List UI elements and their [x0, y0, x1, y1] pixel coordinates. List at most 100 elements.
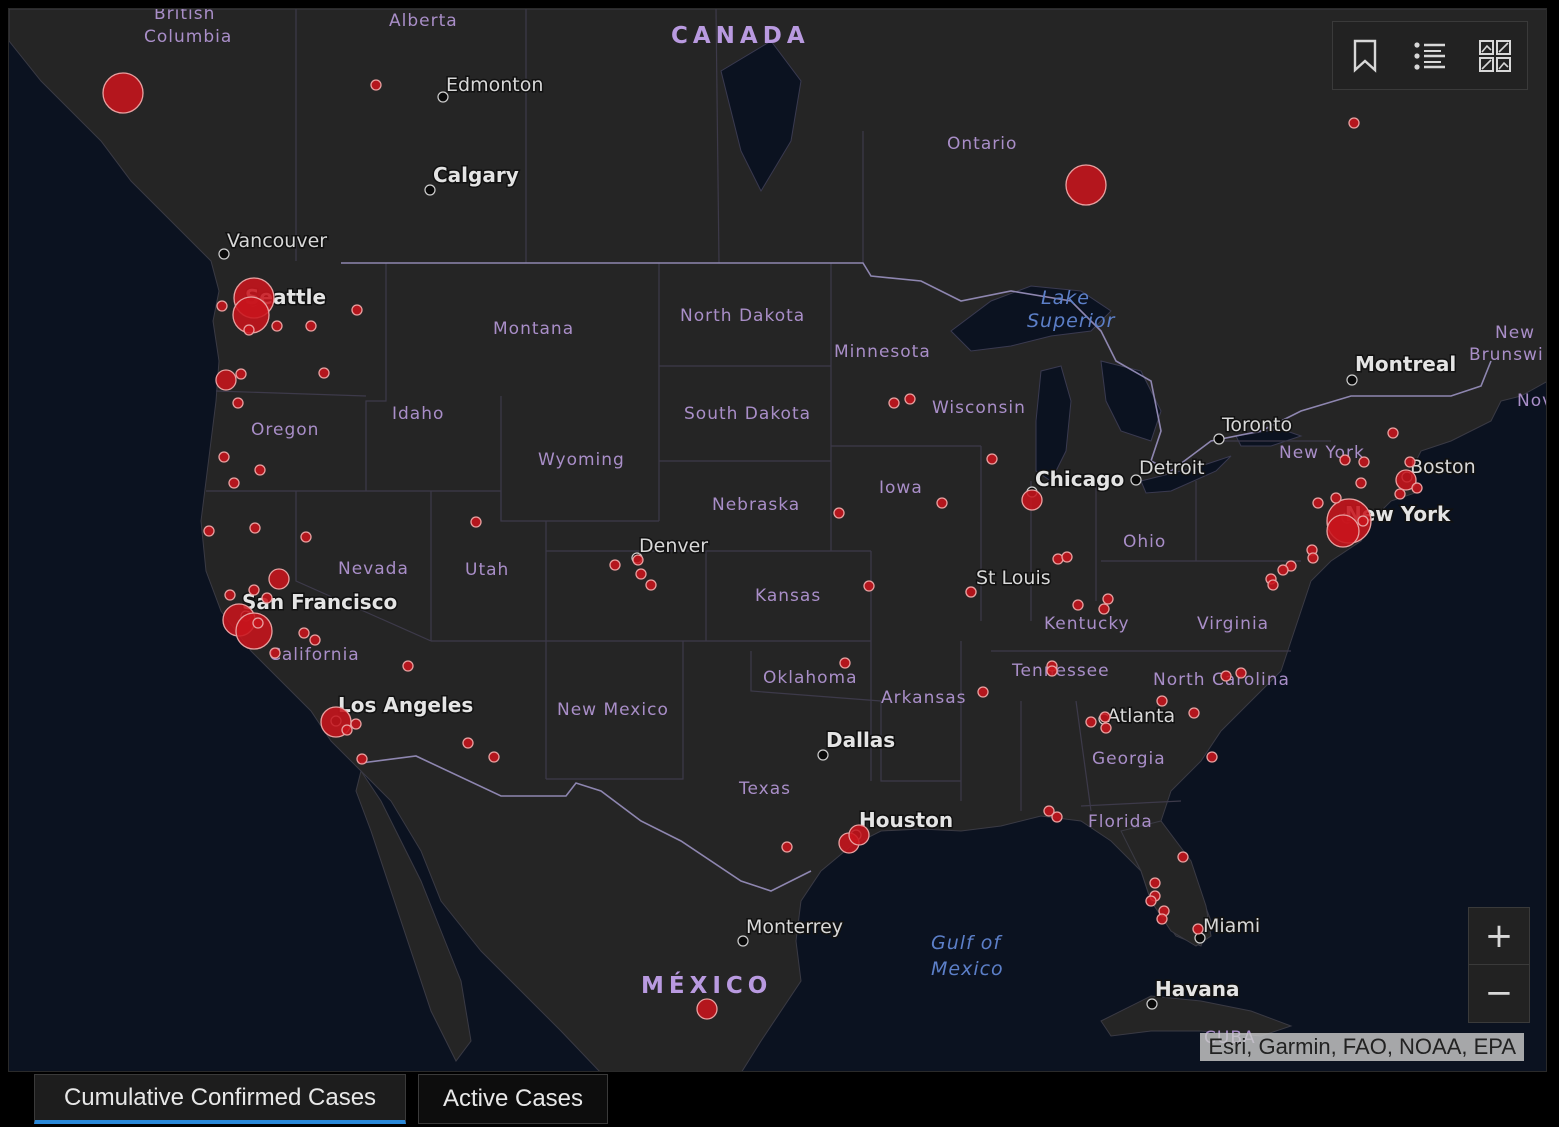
case-count-marker[interactable] — [218, 451, 230, 463]
legend-button[interactable] — [1406, 32, 1454, 80]
city-label: Houston — [859, 808, 953, 832]
case-count-marker[interactable] — [252, 617, 264, 629]
case-count-marker[interactable] — [1099, 711, 1111, 723]
case-count-marker[interactable] — [986, 453, 998, 465]
case-count-marker[interactable] — [462, 737, 474, 749]
case-count-marker[interactable] — [1098, 603, 1110, 615]
case-count-marker[interactable] — [341, 724, 353, 736]
case-count-marker[interactable] — [235, 368, 247, 380]
case-count-marker[interactable] — [216, 300, 228, 312]
case-count-marker[interactable] — [1145, 895, 1157, 907]
case-count-marker[interactable] — [488, 751, 500, 763]
map-view[interactable]: CANADA MÉXICO British Columbia Alberta Ontari… — [8, 8, 1547, 1072]
case-count-marker[interactable] — [1192, 923, 1204, 935]
case-count-marker[interactable] — [1061, 551, 1073, 563]
case-count-marker[interactable] — [965, 586, 977, 598]
zoom-out-button[interactable]: − — [1469, 964, 1529, 1021]
case-count-marker[interactable] — [1404, 456, 1416, 468]
case-count-marker[interactable] — [318, 367, 330, 379]
tab-active-cases[interactable]: Active Cases — [418, 1074, 608, 1124]
case-count-marker[interactable] — [1267, 579, 1279, 591]
case-count-marker[interactable] — [249, 522, 261, 534]
case-count-marker[interactable] — [863, 580, 875, 592]
case-count-marker[interactable] — [888, 397, 900, 409]
case-count-marker[interactable] — [1177, 851, 1189, 863]
case-count-marker[interactable] — [402, 660, 414, 672]
case-count-marker[interactable] — [1021, 489, 1043, 511]
case-count-marker[interactable] — [1394, 488, 1406, 500]
case-count-marker[interactable] — [1102, 593, 1114, 605]
case-count-marker[interactable] — [1348, 117, 1360, 129]
case-count-marker[interactable] — [215, 369, 237, 391]
case-count-marker[interactable] — [298, 627, 310, 639]
case-count-marker[interactable] — [228, 477, 240, 489]
case-count-marker[interactable] — [632, 554, 644, 566]
case-count-marker[interactable] — [1100, 722, 1112, 734]
case-count-marker[interactable] — [300, 531, 312, 543]
case-count-marker[interactable] — [269, 647, 281, 659]
region-label: Ontario — [947, 134, 1017, 154]
case-count-marker[interactable] — [268, 568, 290, 590]
case-count-marker[interactable] — [1357, 515, 1369, 527]
case-count-marker[interactable] — [781, 841, 793, 853]
case-count-marker[interactable] — [1307, 552, 1319, 564]
case-count-marker[interactable] — [1411, 482, 1423, 494]
case-count-marker[interactable] — [696, 998, 718, 1020]
case-count-marker[interactable] — [470, 516, 482, 528]
case-count-marker[interactable] — [1387, 427, 1399, 439]
map-canvas[interactable]: CANADA MÉXICO British Columbia Alberta Ontari… — [9, 9, 1547, 1072]
case-count-marker[interactable] — [305, 320, 317, 332]
case-count-marker[interactable] — [1051, 811, 1063, 823]
case-count-marker[interactable] — [1277, 564, 1289, 576]
case-count-marker[interactable] — [232, 397, 244, 409]
case-count-marker[interactable] — [350, 718, 362, 730]
case-count-marker[interactable] — [370, 79, 382, 91]
case-count-marker[interactable] — [203, 525, 215, 537]
case-count-marker[interactable] — [977, 686, 989, 698]
case-count-marker[interactable] — [351, 304, 363, 316]
case-count-marker[interactable] — [1052, 553, 1064, 565]
case-count-marker[interactable] — [224, 589, 236, 601]
case-count-marker[interactable] — [356, 753, 368, 765]
case-count-marker[interactable] — [609, 559, 621, 571]
case-count-marker[interactable] — [1065, 164, 1107, 206]
case-count-marker[interactable] — [1312, 497, 1324, 509]
case-count-marker[interactable] — [1358, 456, 1370, 468]
case-count-marker[interactable] — [645, 579, 657, 591]
case-count-marker[interactable] — [1355, 477, 1367, 489]
case-count-marker[interactable] — [1156, 695, 1168, 707]
case-count-marker[interactable] — [1206, 751, 1218, 763]
cuba-island — [1100, 995, 1293, 1037]
bookmark-button[interactable] — [1341, 32, 1389, 80]
case-count-marker[interactable] — [309, 634, 321, 646]
case-count-marker[interactable] — [839, 657, 851, 669]
region-label: Arkansas — [881, 688, 967, 708]
case-count-marker[interactable] — [833, 507, 845, 519]
case-count-marker[interactable] — [848, 824, 870, 846]
case-count-marker[interactable] — [1339, 454, 1351, 466]
case-count-marker[interactable] — [248, 584, 260, 596]
case-count-marker[interactable] — [1156, 913, 1168, 925]
case-count-marker[interactable] — [1326, 514, 1360, 548]
case-count-marker[interactable] — [271, 320, 283, 332]
case-count-marker[interactable] — [1072, 599, 1084, 611]
basemap-gallery-button[interactable] — [1471, 32, 1519, 80]
tab-cumulative-confirmed-cases[interactable]: Cumulative Confirmed Cases — [34, 1074, 406, 1124]
case-count-marker[interactable] — [1046, 665, 1058, 677]
case-count-marker[interactable] — [235, 612, 273, 650]
case-count-marker[interactable] — [254, 464, 266, 476]
case-count-marker[interactable] — [1330, 492, 1342, 504]
region-label: New — [1495, 323, 1535, 343]
case-count-marker[interactable] — [936, 497, 948, 509]
zoom-in-button[interactable]: + — [1469, 908, 1529, 964]
case-count-marker[interactable] — [243, 324, 255, 336]
case-count-marker[interactable] — [102, 72, 144, 114]
case-count-marker[interactable] — [261, 592, 273, 604]
case-count-marker[interactable] — [1188, 707, 1200, 719]
case-count-marker[interactable] — [635, 568, 647, 580]
case-count-marker[interactable] — [1085, 716, 1097, 728]
case-count-marker[interactable] — [1149, 877, 1161, 889]
case-count-marker[interactable] — [904, 393, 916, 405]
case-count-marker[interactable] — [1220, 670, 1232, 682]
case-count-marker[interactable] — [1235, 667, 1247, 679]
